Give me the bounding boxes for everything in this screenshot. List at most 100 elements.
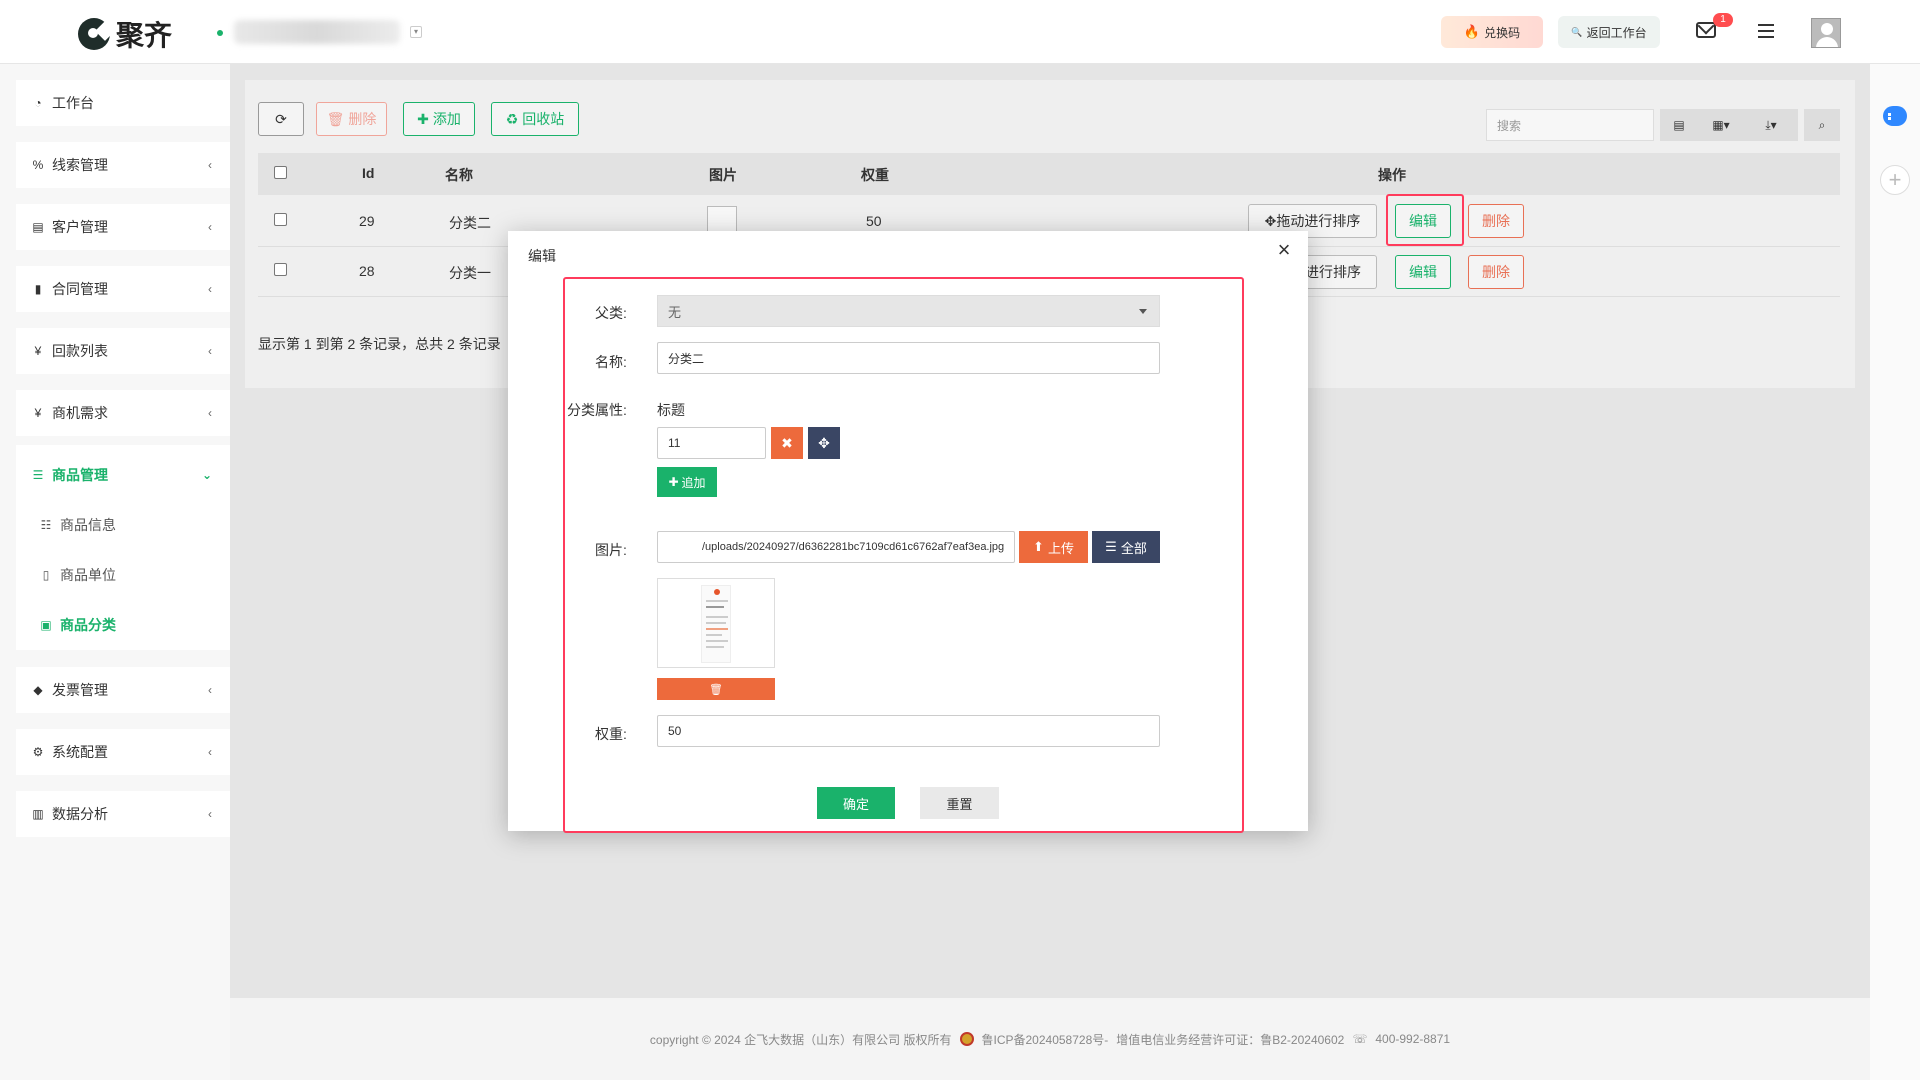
confirm-button[interactable]: 确定 (817, 787, 895, 819)
attribute-title-input[interactable]: 11 (657, 427, 766, 459)
search-button[interactable]: ⌕ (1804, 109, 1840, 141)
image-preview[interactable] (657, 578, 775, 668)
fire-icon: 🔥 (1463, 24, 1481, 39)
append-attribute-button[interactable]: ✚ 追加 (657, 467, 717, 497)
bookmark-icon: ▮ (34, 282, 42, 296)
attribute-label: 分类属性: (567, 402, 627, 418)
sidebar-item-contracts[interactable]: ▮ 合同管理 ‹ (16, 266, 230, 312)
upload-label: 上传 (1047, 540, 1074, 556)
sidebar-item-invoices[interactable]: ◆ 发票管理 ‹ (16, 667, 230, 713)
company-switcher[interactable] (234, 20, 400, 44)
mail-icon[interactable] (1696, 22, 1716, 38)
pagination-info: 显示第 1 到第 2 条记录，总共 2 条记录 (258, 336, 501, 352)
row-id: 29 (359, 213, 375, 229)
columns-dropdown[interactable]: ▦▾ (1698, 109, 1744, 141)
link-icon: % (32, 158, 44, 172)
footer-phone: 400-992-8871 (1375, 1032, 1451, 1046)
chevron-left-icon: ‹ (208, 683, 212, 697)
recycle-bin-button[interactable]: ♻ 回收站 (491, 102, 579, 136)
sidebar-item-products[interactable]: ☰ 商品管理 ⌄ (16, 452, 230, 498)
add-button[interactable]: ✚ 添加 (403, 102, 475, 136)
sidebar-subitem-product-units[interactable]: ▯ 商品单位 (38, 565, 116, 585)
id-card-icon: ▤ (32, 220, 44, 234)
select-all-checkbox[interactable] (274, 166, 287, 179)
preview-line (706, 622, 726, 624)
drag-sort-label: 进行排序 (1305, 264, 1361, 280)
delete-button[interactable]: 删除 (1468, 255, 1524, 289)
yen-icon: ¥ (34, 406, 42, 420)
drag-attribute-button[interactable]: ✥ (808, 427, 840, 459)
sidebar-subitem-product-info[interactable]: ☷ 商品信息 (38, 515, 116, 535)
hamburger-menu-icon[interactable] (1758, 24, 1774, 38)
column-header-id[interactable]: Id (362, 165, 374, 181)
calendar-icon: ▣ (40, 618, 52, 632)
row-checkbox[interactable] (274, 263, 287, 276)
sidebar-item-label: 商品管理 (52, 467, 108, 483)
list-alt-icon: ☷ (40, 518, 52, 532)
sidebar-item-leads[interactable]: % 线索管理 ‹ (16, 142, 230, 188)
top-header: 聚齐 ▾ 🔥 兑换码 🔍 返回工作台 1 (0, 0, 1920, 64)
sidebar-item-analytics[interactable]: ▥ 数据分析 ‹ (16, 791, 230, 837)
page-footer: copyright © 2024 企飞大数据（山东）有限公司 版权所有 鲁ICP… (230, 998, 1870, 1080)
online-status-dot (217, 30, 223, 36)
delete-button[interactable]: 删除 (1468, 204, 1524, 238)
delete-image-button[interactable]: 🗑 (657, 678, 775, 700)
row-image-thumbnail[interactable] (707, 206, 737, 232)
image-label: 图片: (595, 542, 627, 558)
logo-icon (78, 18, 110, 50)
refresh-button[interactable]: ⟳ (258, 102, 304, 136)
chat-icon[interactable] (1883, 106, 1907, 126)
sidebar-item-opportunities[interactable]: ¥ 商机需求 ‹ (16, 390, 230, 436)
choose-all-button[interactable]: ☰ 全部 (1092, 531, 1160, 563)
sidebar-item-label: 客户管理 (52, 219, 108, 235)
police-badge-icon (959, 1032, 974, 1046)
weight-input[interactable]: 50 (657, 715, 1160, 747)
image-path-input[interactable]: /uploads/20240927/d6362281bc7109cd61c676… (657, 531, 1015, 563)
chevron-left-icon: ‹ (208, 406, 212, 420)
row-checkbox[interactable] (274, 213, 287, 226)
exchange-code-button[interactable]: 🔥 兑换码 (1441, 16, 1543, 48)
column-header-weight[interactable]: 权重 (861, 165, 889, 185)
bulk-delete-button[interactable]: 🗑 删除 (316, 102, 387, 136)
column-header-image: 图片 (709, 167, 737, 183)
plus-icon[interactable]: + (1880, 165, 1910, 195)
name-input[interactable]: 分类二 (657, 342, 1160, 374)
row-name: 分类一 (449, 265, 491, 281)
sidebar-item-settings[interactable]: ⚙ 系统配置 ‹ (16, 729, 230, 775)
sidebar-item-label: 发票管理 (52, 682, 108, 698)
move-icon: ✥ (1264, 212, 1277, 229)
tag-icon: ◆ (33, 683, 43, 697)
preview-line (706, 634, 722, 636)
weight-label: 权重: (595, 726, 627, 742)
return-workbench-button[interactable]: 🔍 返回工作台 (1558, 16, 1660, 48)
reset-button[interactable]: 重置 (920, 787, 999, 819)
remove-attribute-button[interactable]: ✖ (771, 427, 803, 459)
sidebar-item-label: 商机需求 (52, 405, 108, 421)
sidebar-subitem-label: 商品分类 (60, 617, 116, 633)
parent-select[interactable]: 无 (657, 295, 1160, 327)
export-dropdown[interactable]: ⤓▾ (1744, 109, 1798, 141)
exchange-code-label: 兑换码 (1484, 25, 1521, 40)
sidebar-item-payments[interactable]: ¥ 回款列表 ‹ (16, 328, 230, 374)
search-input[interactable]: 搜索 (1486, 109, 1654, 141)
brand-logo[interactable]: 聚齐 (78, 14, 172, 54)
row-id: 28 (359, 263, 375, 279)
list-icon: ☰ (32, 468, 44, 482)
user-avatar[interactable] (1811, 18, 1841, 48)
gears-icon: ⚙ (32, 745, 44, 759)
sidebar-item-workbench[interactable]: ◔ 工作台 (16, 80, 230, 126)
sidebar-item-customers[interactable]: ▤ 客户管理 ‹ (16, 204, 230, 250)
upload-button[interactable]: ⬆ 上传 (1019, 531, 1088, 563)
column-header-name[interactable]: 名称 (445, 165, 473, 185)
caret-down-icon[interactable]: ▾ (410, 26, 422, 38)
choose-all-label: 全部 (1120, 540, 1147, 556)
table-view-toggle[interactable]: ▤ (1660, 109, 1698, 141)
return-workbench-label: 返回工作台 (1586, 25, 1647, 40)
attribute-title-header: 标题 (657, 402, 685, 418)
edit-button[interactable]: 编辑 (1395, 255, 1451, 289)
edit-label: 编辑 (1409, 264, 1437, 280)
sidebar-subitem-product-categories[interactable]: ▣ 商品分类 (38, 615, 116, 635)
dashboard-icon: ◔ (34, 96, 42, 110)
close-icon[interactable]: × (1274, 239, 1294, 261)
footer-icp[interactable]: 鲁ICP备2024058728号- (982, 1031, 1109, 1048)
